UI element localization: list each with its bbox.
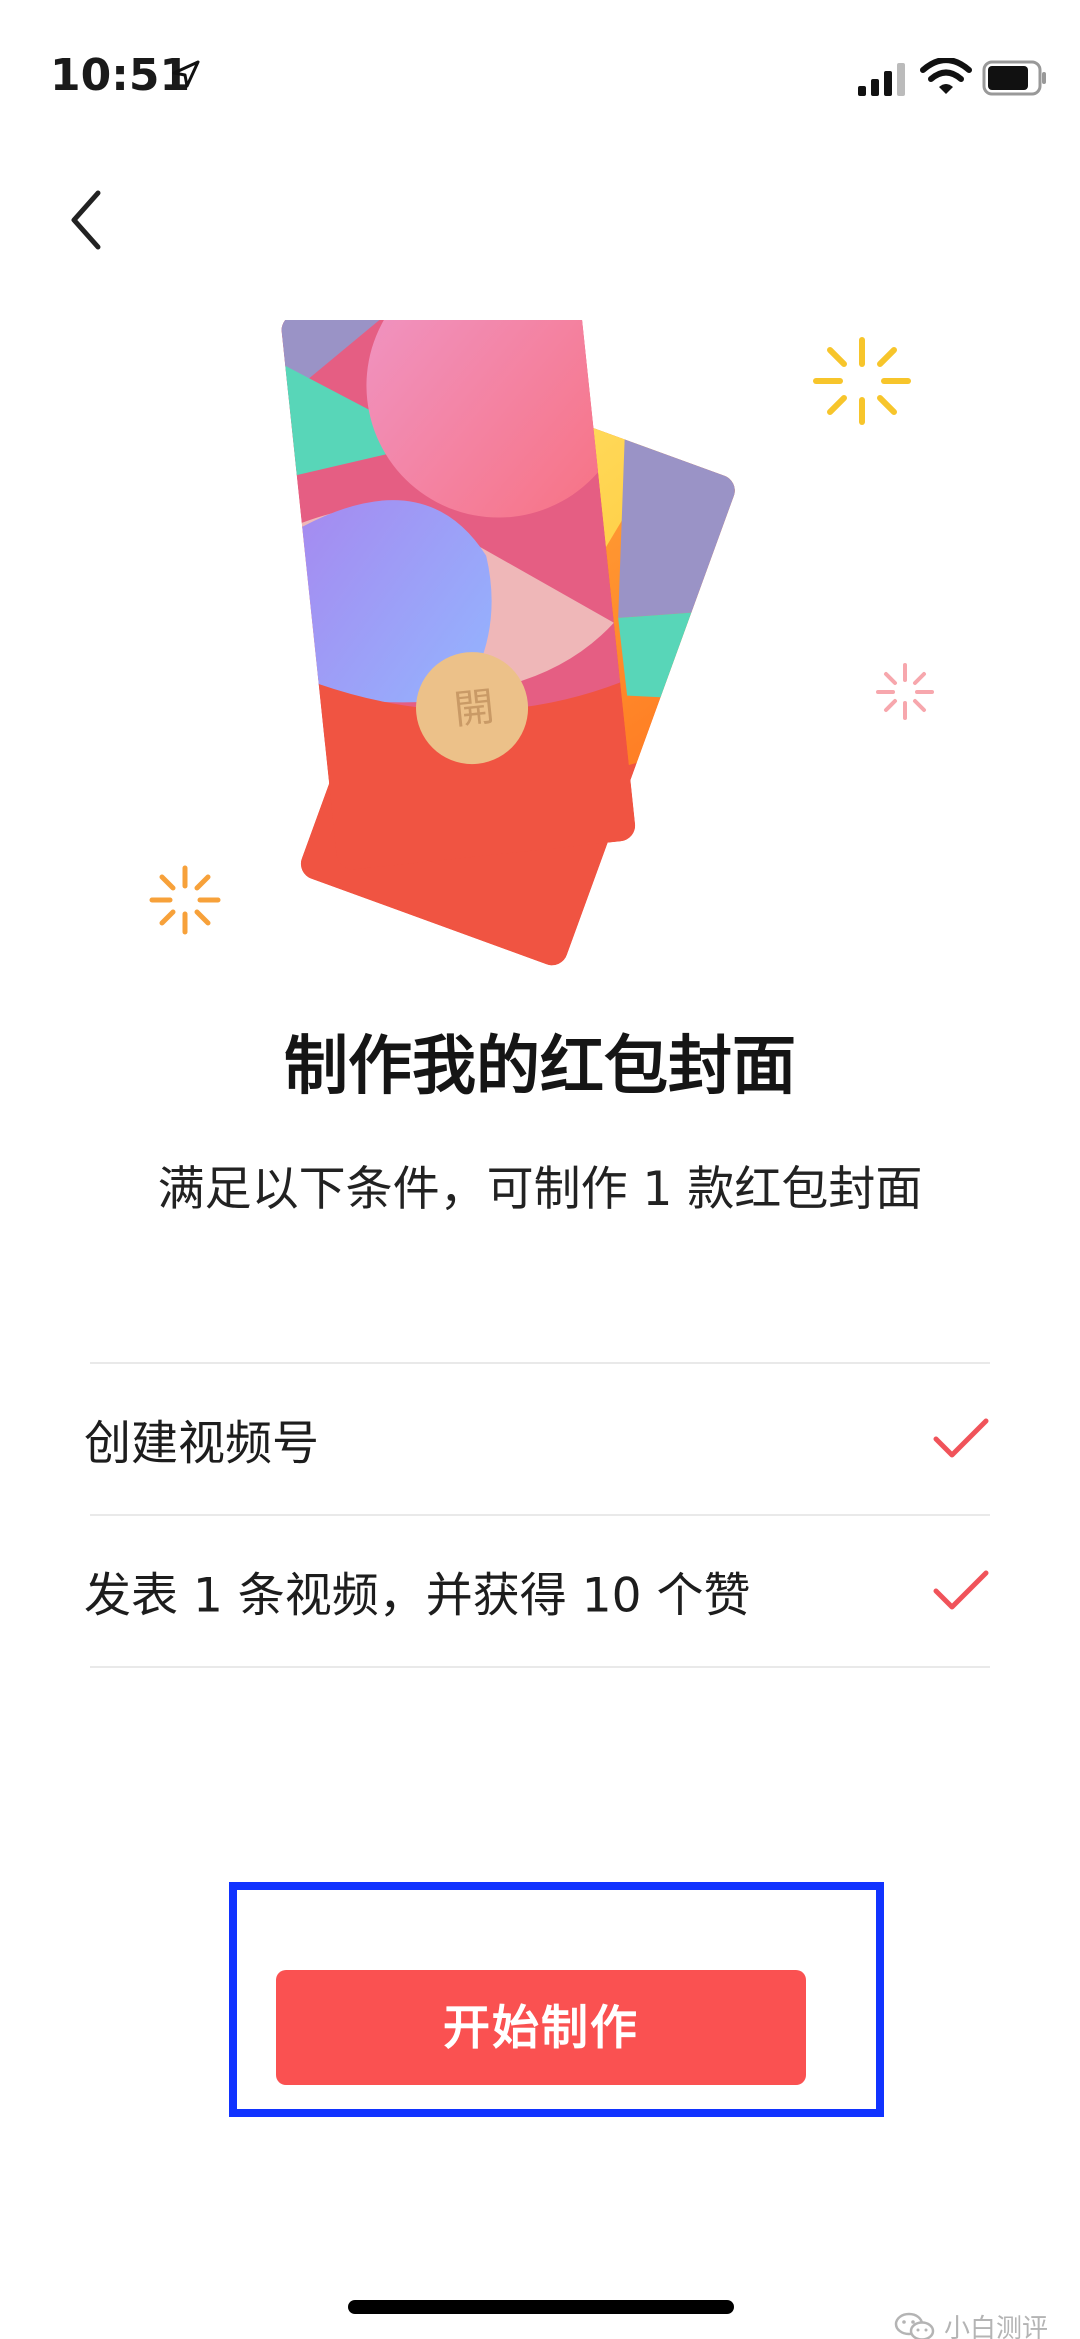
battery-icon xyxy=(982,60,1046,96)
seal-text: 開 xyxy=(452,684,497,734)
sparkle-yellow-icon xyxy=(813,337,911,425)
sparkle-pink-icon xyxy=(876,663,934,720)
start-create-button[interactable]: 开始制作 xyxy=(276,1970,806,2085)
check-icon xyxy=(933,1418,989,1458)
home-indicator[interactable] xyxy=(348,2300,734,2314)
page-subtitle: 满足以下条件，可制作 1 款红包封面 xyxy=(157,1162,923,1217)
chevron-left-icon xyxy=(71,190,101,250)
back-button[interactable] xyxy=(60,185,120,255)
wifi-icon xyxy=(920,58,972,94)
red-packet-illustration: 開 開 xyxy=(149,320,934,970)
check-icon xyxy=(933,1570,989,1610)
page-title: 制作我的红包封面 xyxy=(284,1030,796,1104)
watermark-text: 小白测评 xyxy=(943,2314,1048,2339)
location-arrow-icon xyxy=(172,60,200,88)
condition-item-publish-video: 发表 1 条视频，并获得 10 个赞 xyxy=(84,1516,990,1666)
condition-item-create-channel: 创建视频号 xyxy=(84,1364,990,1514)
cellular-signal-icon xyxy=(858,63,905,96)
watermark: 小白测评 xyxy=(894,2308,1048,2339)
wechat-icon xyxy=(894,2312,935,2339)
conditions-list: 创建视频号 发表 1 条视频，并获得 10 个赞 xyxy=(84,1362,990,1668)
condition-label: 创建视频号 xyxy=(84,1416,319,1472)
screen: 10:51 開 制作我的红包封面 满足以下条件，可制作 1 款红包封面 创建视频… xyxy=(0,0,1080,2339)
condition-label: 发表 1 条视频，并获得 10 个赞 xyxy=(84,1568,751,1624)
sparkle-orange-icon xyxy=(149,865,221,935)
status-bar: 10:51 xyxy=(0,0,1080,150)
divider xyxy=(90,1666,990,1668)
